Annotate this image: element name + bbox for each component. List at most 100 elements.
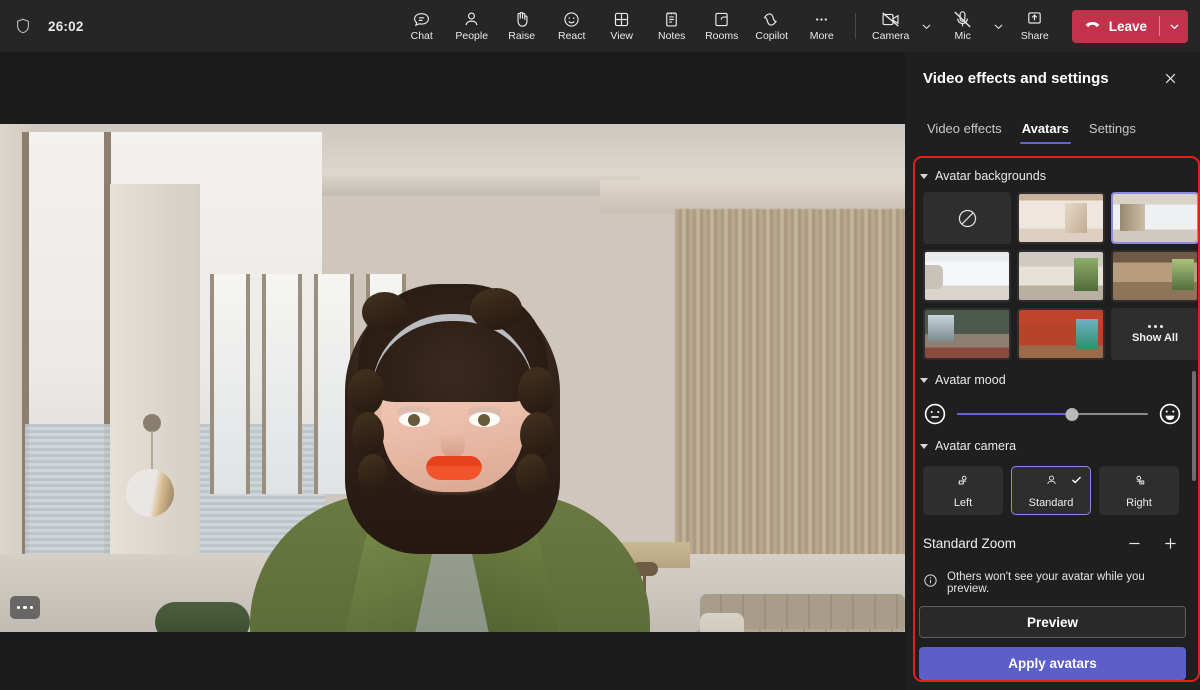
close-icon[interactable] <box>1156 64 1184 92</box>
tab-video-effects[interactable]: Video effects <box>917 122 1012 144</box>
background-thumb-dining-room[interactable] <box>1111 250 1199 302</box>
apply-avatars-button[interactable]: Apply avatars <box>919 647 1186 680</box>
camera-option-right[interactable]: Right <box>1099 466 1179 515</box>
toolbar-label: People <box>455 31 488 42</box>
toolbar-button-notes[interactable]: Notes <box>647 1 697 51</box>
avatar-camera-options: Left Standard <box>905 462 1200 515</box>
background-thumb-white-hall[interactable] <box>923 250 1011 302</box>
camera-option-label: Left <box>954 497 972 509</box>
avatar-background-grid: Show All <box>905 192 1200 360</box>
toolbar-actions: Chat People Raise React <box>397 0 847 52</box>
toolbar-label: View <box>610 31 633 42</box>
avatar-zoom-row: Standard Zoom <box>905 515 1200 557</box>
leave-options-caret[interactable] <box>1160 10 1188 43</box>
shield-icon <box>14 17 32 35</box>
chevron-down-icon <box>920 174 928 179</box>
toolbar-label: Copilot <box>755 31 788 42</box>
camera-toggle-button[interactable]: Camera <box>866 1 916 51</box>
chevron-down-icon <box>920 444 928 449</box>
toolbar-divider <box>855 13 856 39</box>
background-thumb-red-lounge[interactable] <box>1017 308 1105 360</box>
tab-avatars[interactable]: Avatars <box>1012 122 1079 144</box>
panel-scroll-area: Avatar backgrounds <box>905 156 1200 586</box>
camera-option-left[interactable]: Left <box>923 466 1003 515</box>
smiling-face-icon <box>1158 402 1182 426</box>
video-effects-panel: Video effects and settings Video effects… <box>905 52 1200 690</box>
avatar-mood-slider[interactable] <box>957 404 1148 424</box>
show-all-label: Show All <box>1132 332 1178 344</box>
camera-right-icon <box>1131 472 1148 494</box>
background-thumb-patio[interactable] <box>923 308 1011 360</box>
ellipsis-dot <box>30 606 34 610</box>
mic-options-caret[interactable] <box>990 1 1008 51</box>
leave-button[interactable]: Leave <box>1072 10 1159 43</box>
tile-more-options-button[interactable] <box>10 596 40 619</box>
ellipsis-icon <box>1148 325 1163 328</box>
camera-left-icon <box>955 472 972 494</box>
toolbar-button-view[interactable]: View <box>597 1 647 51</box>
minus-icon[interactable] <box>1120 529 1148 557</box>
camera-option-label: Standard <box>1029 497 1074 509</box>
toolbar-label: Chat <box>411 31 433 42</box>
plus-icon[interactable] <box>1156 529 1184 557</box>
toolbar-label: More <box>810 31 834 42</box>
avatar-curl <box>362 292 408 332</box>
ellipsis-dot <box>17 606 21 610</box>
avatar-curl <box>516 454 548 496</box>
toolbar-label: Rooms <box>705 31 738 42</box>
section-header-mood[interactable]: Avatar mood <box>905 360 1200 396</box>
toolbar-button-more[interactable]: More <box>797 1 847 51</box>
grid-icon <box>612 10 631 29</box>
section-header-camera[interactable]: Avatar camera <box>905 426 1200 462</box>
panel-footer: Others won't see your avatar while you p… <box>905 571 1200 690</box>
panel-scrollbar[interactable] <box>1192 371 1196 481</box>
avatar-eye-left <box>399 412 430 427</box>
thumb-art <box>925 310 1009 358</box>
teams-meeting-window: 26:02 Chat People Raise <box>0 0 1200 690</box>
background-thumb-bedroom[interactable] <box>1017 250 1105 302</box>
checkmark-icon <box>1070 473 1083 491</box>
slider-thumb[interactable] <box>1065 408 1078 421</box>
avatar-curl <box>358 454 388 494</box>
share-up-icon <box>1024 10 1045 29</box>
smiley-icon <box>562 10 581 29</box>
toolbar-left: 26:02 <box>0 17 397 35</box>
toolbar-button-raise[interactable]: Raise <box>497 1 547 51</box>
avatar-eye-right <box>469 412 500 427</box>
info-icon <box>923 573 938 593</box>
toolbar-right: Camera Mic Share <box>847 0 1200 52</box>
panel-header: Video effects and settings <box>905 52 1200 104</box>
background-thumb-none[interactable] <box>923 192 1011 244</box>
toolbar-button-chat[interactable]: Chat <box>397 1 447 51</box>
camera-option-standard[interactable]: Standard <box>1011 466 1091 515</box>
neutral-face-icon <box>923 402 947 426</box>
avatar-curl <box>520 412 556 458</box>
section-header-backgrounds[interactable]: Avatar backgrounds <box>905 156 1200 192</box>
mic-toggle-button[interactable]: Mic <box>938 1 988 51</box>
avatar-curl <box>352 412 384 456</box>
mic-off-icon <box>952 10 973 29</box>
copilot-icon <box>762 10 781 29</box>
avatar-preview-tile[interactable] <box>0 124 905 632</box>
toolbar-button-rooms[interactable]: Rooms <box>697 1 747 51</box>
avatar-curl <box>518 367 556 415</box>
slider-fill <box>957 413 1072 415</box>
show-all-backgrounds-button[interactable]: Show All <box>1111 308 1199 360</box>
preview-note: Others won't see your avatar while you p… <box>919 571 1186 606</box>
toolbar-button-copilot[interactable]: Copilot <box>747 1 797 51</box>
preview-button[interactable]: Preview <box>919 606 1186 638</box>
meeting-timer: 26:02 <box>48 19 84 34</box>
tab-settings[interactable]: Settings <box>1079 122 1146 144</box>
section-title: Avatar mood <box>935 373 1006 387</box>
share-button[interactable]: Share <box>1010 1 1060 51</box>
background-thumb-ocean-suite[interactable] <box>1111 192 1199 244</box>
toolbar-button-people[interactable]: People <box>447 1 497 51</box>
camera-options-caret[interactable] <box>918 1 936 51</box>
toolbar-button-react[interactable]: React <box>547 1 597 51</box>
video-stage <box>0 52 905 690</box>
camera-option-label: Right <box>1126 497 1152 509</box>
chevron-down-icon <box>920 378 928 383</box>
panel-body: Avatar backgrounds <box>905 156 1200 690</box>
rooms-icon <box>712 10 731 29</box>
background-thumb-loft-room[interactable] <box>1017 192 1105 244</box>
